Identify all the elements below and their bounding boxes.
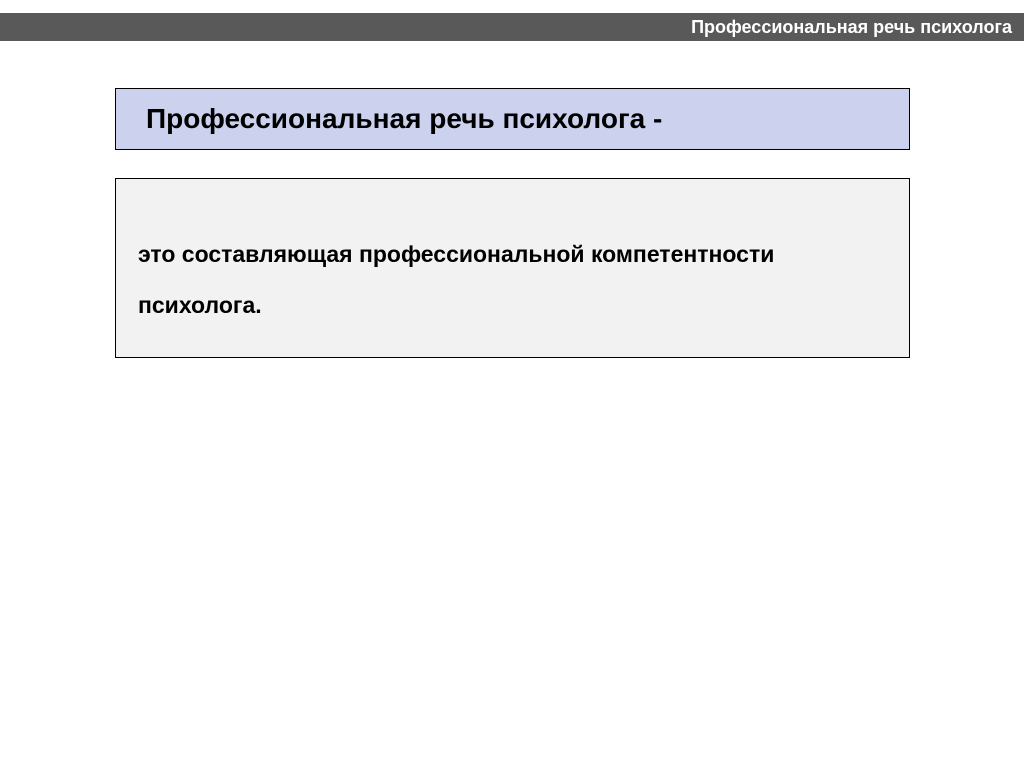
header-bar: Профессиональная речь психолога: [0, 13, 1024, 41]
content-box: это составляющая профессиональной компет…: [115, 178, 910, 358]
title-text: Профессиональная речь психолога -: [146, 103, 662, 135]
content-text: это составляющая профессиональной компет…: [138, 229, 887, 330]
title-box: Профессиональная речь психолога -: [115, 88, 910, 150]
header-label: Профессиональная речь психолога: [691, 17, 1012, 38]
